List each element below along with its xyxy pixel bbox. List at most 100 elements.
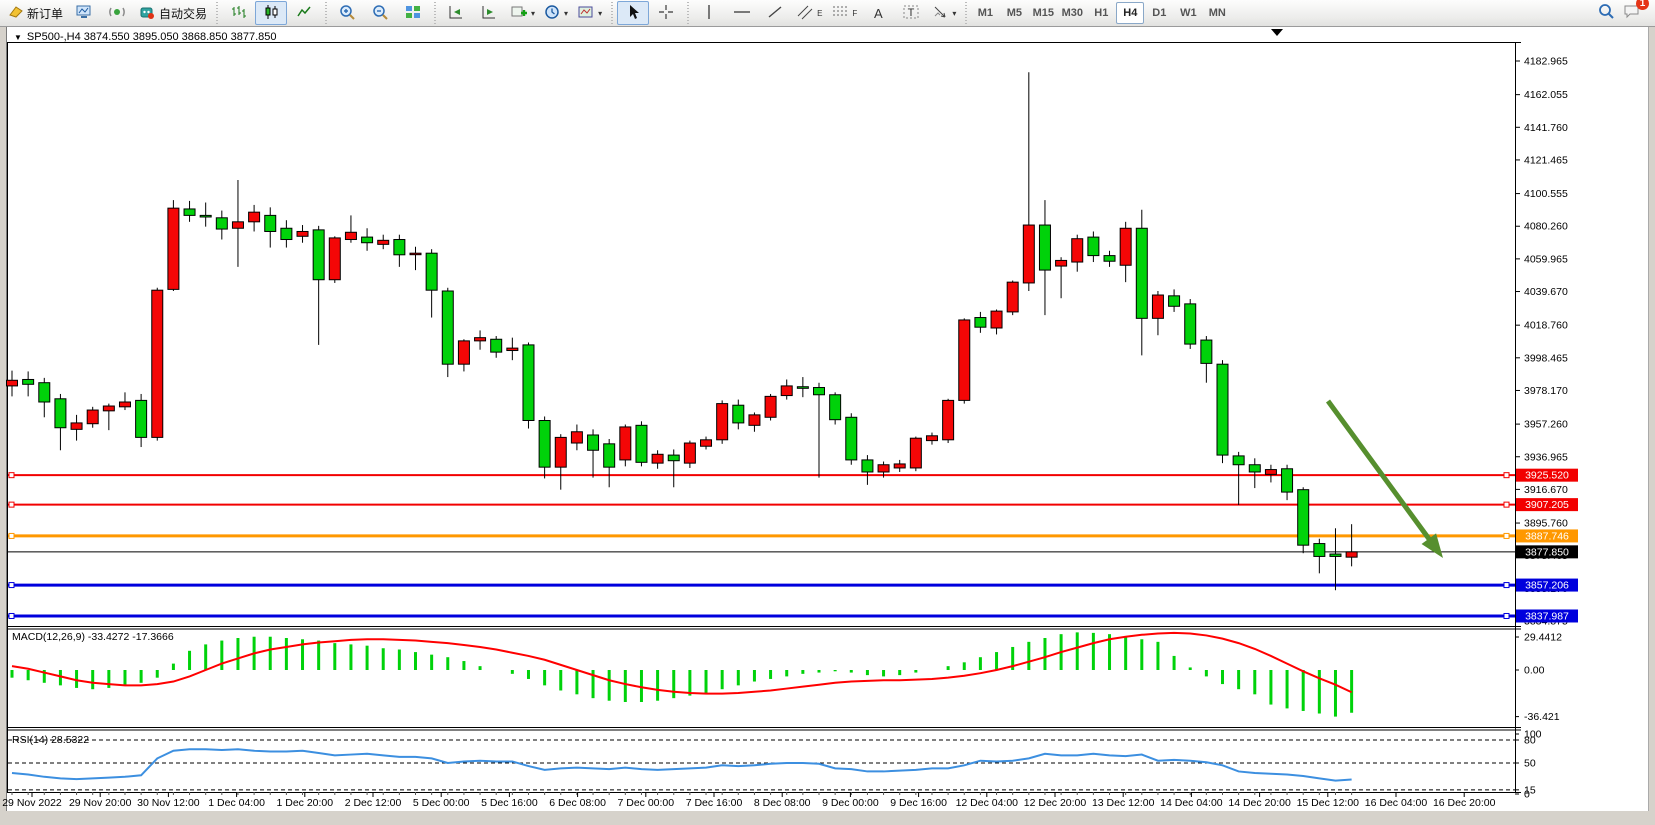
candle-up (71, 423, 82, 429)
candle-down (588, 435, 599, 450)
candle-down (523, 345, 534, 421)
hline-handle[interactable] (9, 502, 14, 507)
tab-timeframe-d1[interactable]: D1 (1145, 2, 1173, 24)
templates-button[interactable]: ▾ (573, 1, 606, 25)
candle-down (1169, 296, 1180, 306)
time-axis-label: 30 Nov 12:00 (137, 797, 200, 809)
symbol-dropdown-icon[interactable]: ▼ (14, 33, 22, 42)
zoom-out-button[interactable] (364, 1, 396, 25)
text-tool-button[interactable]: A (862, 1, 894, 25)
tile-windows-icon (405, 4, 421, 23)
bar-chart-icon (230, 4, 246, 23)
candle-up (232, 222, 243, 228)
hline-handle[interactable] (9, 473, 14, 478)
candle-down (1249, 465, 1260, 472)
signals-button[interactable] (101, 1, 133, 25)
indicators-button[interactable]: ▾ (506, 1, 539, 25)
hline-handle[interactable] (9, 533, 14, 538)
vertical-line-tool-button[interactable] (693, 1, 725, 25)
chart-canvas[interactable]: 4182.9654162.0554141.7604121.4654100.555… (0, 0, 1655, 825)
candlestick-chart-button[interactable] (255, 1, 287, 25)
hline-handle[interactable] (1504, 613, 1509, 618)
tab-timeframe-m5[interactable]: M5 (1000, 2, 1028, 24)
channel-tool-button[interactable]: E (792, 1, 826, 25)
candle-up (152, 290, 163, 437)
hline-handle[interactable] (1504, 533, 1509, 538)
zoom-in-button[interactable] (331, 1, 363, 25)
shapes-tool-button[interactable]: ▾ (928, 1, 960, 25)
candle-down (862, 460, 873, 472)
auto-trading-button[interactable]: 自动交易 (134, 1, 211, 25)
candle-down (362, 237, 373, 243)
tile-windows-button[interactable] (397, 1, 429, 25)
macd-axis-label: 29.4412 (1524, 632, 1562, 644)
tab-timeframe-m1[interactable]: M1 (971, 2, 999, 24)
horizontal-line-tool-button[interactable] (726, 1, 758, 25)
tab-timeframe-mn[interactable]: MN (1203, 2, 1231, 24)
time-axis-label: 29 Nov 20:00 (69, 797, 132, 809)
autoscroll-icon (448, 4, 465, 23)
bar-chart-button[interactable] (222, 1, 254, 25)
notifications-button[interactable]: 1 (1623, 3, 1641, 24)
candle-up (1056, 260, 1067, 266)
text-label-tool-button[interactable]: T (895, 1, 927, 25)
candle-up (926, 436, 937, 441)
time-axis-label: 7 Dec 16:00 (686, 797, 743, 809)
time-axis-label: 6 Dec 08:00 (549, 797, 606, 809)
tab-timeframe-h1[interactable]: H1 (1087, 2, 1115, 24)
toolbar-separator (685, 2, 690, 24)
periods-button[interactable]: ▾ (540, 1, 572, 25)
new-order-button[interactable]: 新订单 (4, 1, 67, 25)
tab-timeframe-w1[interactable]: W1 (1174, 2, 1202, 24)
candle-up (507, 348, 518, 350)
candle-down (636, 425, 647, 462)
hline-handle[interactable] (9, 613, 14, 618)
candle-down (830, 395, 841, 420)
chart-shift-icon (481, 4, 498, 23)
candle-up (87, 410, 98, 424)
chevron-down-icon: ▾ (598, 9, 602, 18)
time-axis-label: 9 Dec 16:00 (890, 797, 947, 809)
hline-handle[interactable] (1504, 583, 1509, 588)
new-order-icon (8, 5, 24, 22)
candle-down (55, 399, 66, 428)
price-axis-label: 4100.555 (1524, 188, 1568, 200)
tab-timeframe-m15[interactable]: M15 (1029, 2, 1057, 24)
candle-up (345, 232, 356, 239)
quotes-monitor-icon (75, 4, 93, 23)
price-badge-label: 3887.746 (1525, 530, 1569, 542)
candle-up (1346, 552, 1357, 557)
cursor-tool-button[interactable] (617, 1, 649, 25)
tab-timeframe-m30[interactable]: M30 (1058, 2, 1086, 24)
price-axis-label: 4182.965 (1524, 56, 1568, 68)
trendline-tool-button[interactable] (759, 1, 791, 25)
hline-handle[interactable] (1504, 502, 1509, 507)
candle-down (200, 215, 211, 217)
fibonacci-tool-button[interactable]: F (827, 1, 861, 25)
candle-up (297, 231, 308, 236)
time-axis-label: 14 Dec 04:00 (1160, 797, 1223, 809)
candle-down (313, 230, 324, 280)
candle-down (814, 388, 825, 395)
tab-timeframe-h4[interactable]: H4 (1116, 2, 1144, 24)
rsi-axis-label: 50 (1524, 758, 1536, 770)
line-chart-button[interactable] (288, 1, 320, 25)
candle-up (329, 238, 340, 280)
auto-scroll-button[interactable] (440, 1, 472, 25)
vertical-line-icon (704, 4, 714, 23)
candle-down (1104, 256, 1115, 262)
market-watch-button[interactable] (68, 1, 100, 25)
macd-indicator-label: MACD(12,26,9) -33.4272 -17.3666 (12, 631, 174, 643)
price-axis-label: 4121.465 (1524, 154, 1568, 166)
hline-handle[interactable] (1504, 473, 1509, 478)
candle-up (1120, 228, 1131, 265)
search-icon[interactable] (1598, 3, 1615, 24)
chart-shift-button[interactable] (473, 1, 505, 25)
equidistant-channel-icon (796, 4, 814, 23)
hline-handle[interactable] (9, 583, 14, 588)
crosshair-tool-button[interactable] (650, 1, 682, 25)
candle-up (684, 443, 695, 463)
shapes-arrows-icon (932, 4, 948, 23)
candle-up (571, 432, 582, 443)
candle-up (943, 400, 954, 439)
